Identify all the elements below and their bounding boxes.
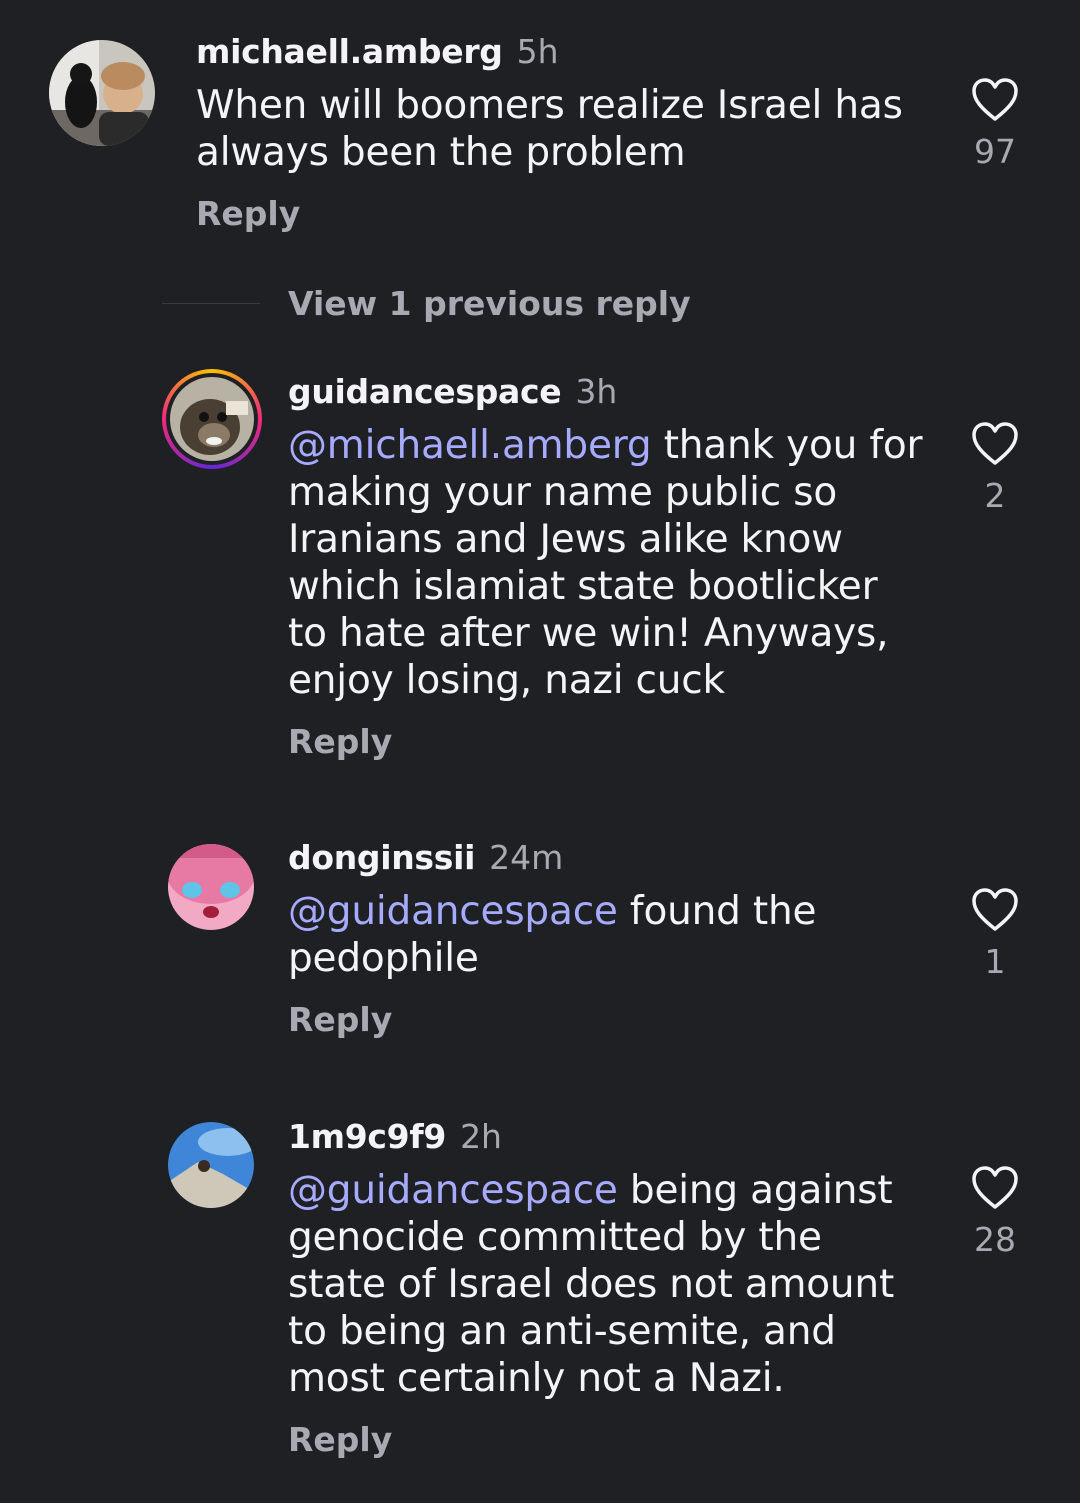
comment-text: @guidancespace found the pedophile xyxy=(288,888,928,982)
like-column: 28 xyxy=(955,1166,1035,1259)
reply-button[interactable]: Reply xyxy=(288,1420,928,1459)
reply-button[interactable]: Reply xyxy=(196,194,916,233)
like-count: 28 xyxy=(974,1220,1016,1259)
timestamp: 3h xyxy=(575,372,618,411)
timestamp: 2h xyxy=(460,1117,502,1156)
comment-text: @guidancespace being against genocide co… xyxy=(288,1167,928,1402)
avatar[interactable] xyxy=(162,369,262,469)
heart-outline-icon[interactable] xyxy=(955,888,1035,936)
timestamp: 24m xyxy=(489,838,564,877)
like-column: 2 xyxy=(955,422,1035,515)
like-column: 97 xyxy=(955,78,1035,171)
comment-body: 1m9c9f9 2h @guidancespace being against … xyxy=(288,1117,928,1459)
like-count: 1 xyxy=(984,942,1006,981)
mention-link[interactable]: @michaell.amberg xyxy=(288,423,652,468)
comments-screen: michaell.amberg 5h When will boomers rea… xyxy=(0,0,1080,1503)
comment-text: When will boomers realize Israel has alw… xyxy=(196,82,916,176)
timestamp: 5h xyxy=(516,32,559,71)
reply-button[interactable]: Reply xyxy=(288,722,928,761)
username[interactable]: donginssii xyxy=(288,838,475,877)
heart-outline-icon[interactable] xyxy=(955,1166,1035,1214)
comment-header: michaell.amberg 5h xyxy=(196,32,916,76)
comment-text: @michaell.amberg thank you for making yo… xyxy=(288,422,928,704)
avatar[interactable] xyxy=(49,40,155,146)
view-previous-replies-link[interactable]: View 1 previous reply xyxy=(288,284,691,323)
like-count: 2 xyxy=(984,476,1006,515)
mention-link[interactable]: @guidancespace xyxy=(288,889,618,934)
comment-header: donginssii 24m xyxy=(288,838,928,882)
comment-body: donginssii 24m @guidancespace found the … xyxy=(288,838,928,1039)
like-count: 97 xyxy=(974,132,1016,171)
comment-header: 1m9c9f9 2h xyxy=(288,1117,928,1161)
reply-button[interactable]: Reply xyxy=(288,1000,928,1039)
username[interactable]: michaell.amberg xyxy=(196,32,503,71)
like-column: 1 xyxy=(955,888,1035,981)
username[interactable]: 1m9c9f9 xyxy=(288,1117,446,1156)
avatar[interactable] xyxy=(168,844,254,930)
comment-header: guidancespace 3h xyxy=(288,372,928,416)
mention-link[interactable]: @guidancespace xyxy=(288,1168,618,1213)
avatar[interactable] xyxy=(168,1122,254,1208)
username[interactable]: guidancespace xyxy=(288,372,562,411)
comment-body: michaell.amberg 5h When will boomers rea… xyxy=(196,32,916,233)
comment-body: guidancespace 3h @michaell.amberg thank … xyxy=(288,372,928,761)
heart-outline-icon[interactable] xyxy=(955,78,1035,126)
thread-divider xyxy=(162,303,260,304)
heart-outline-icon[interactable] xyxy=(955,422,1035,470)
comment-text-body: When will boomers realize Israel has alw… xyxy=(196,83,903,175)
